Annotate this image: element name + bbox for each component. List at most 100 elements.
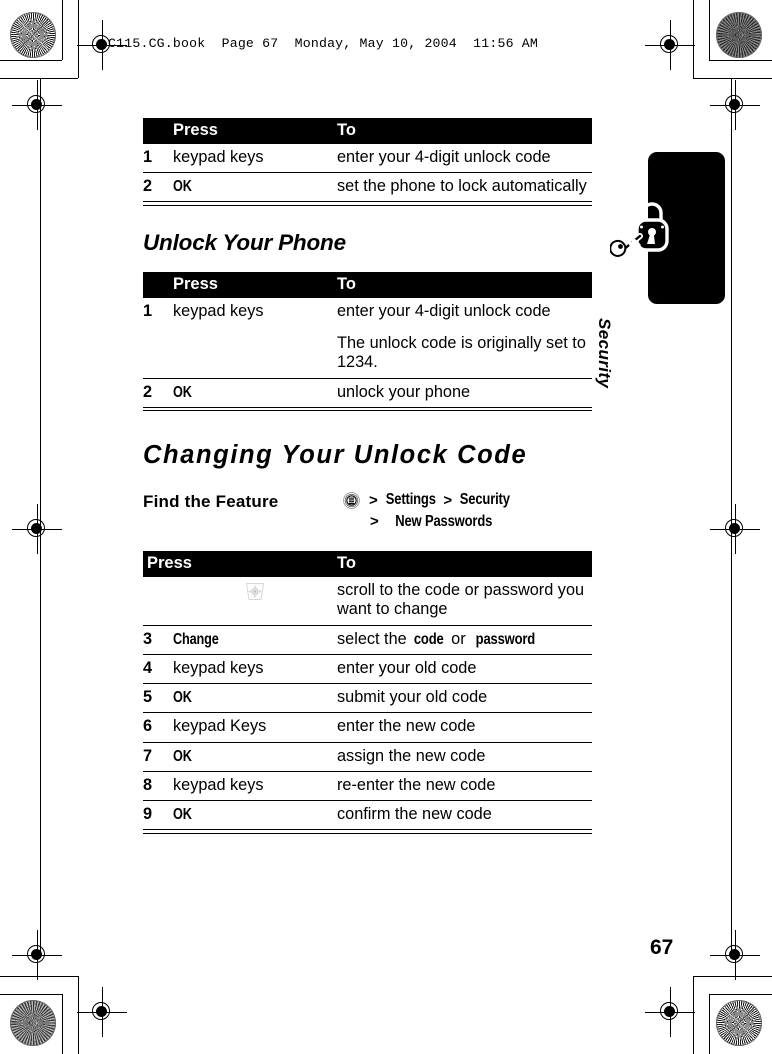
section-heading-unlock-your-phone: Unlock Your Phone <box>143 229 346 255</box>
table-row: 2 OK set the phone to lock automatically <box>143 172 592 202</box>
column-header-num <box>143 118 173 144</box>
column-header-num <box>143 271 173 298</box>
step-press: keypad keys <box>173 147 264 166</box>
table-row: 9 OK confirm the new code <box>143 800 592 830</box>
softkey-label: OK <box>173 689 192 707</box>
menu-key-icon <box>343 492 360 510</box>
crop-mark-top-right-h2 <box>693 78 772 80</box>
table-row: 2 OK unlock your phone <box>143 377 592 407</box>
table-header-row: Press To <box>143 271 592 298</box>
table-row: 1 keypad keys enter your 4-digit unlock … <box>143 298 592 378</box>
registration-target-bottom-left <box>77 987 127 1037</box>
crop-mark-top-right-h <box>709 60 772 62</box>
running-header: C115.CG.book Page 67 Monday, May 10, 200… <box>108 36 539 51</box>
page-content: Press To 1 keypad keys enter your 4-digi… <box>143 118 592 834</box>
padlock-key-icon <box>609 196 676 258</box>
step-to: set the phone to lock automatically <box>337 172 592 202</box>
softkey-label: OK <box>173 383 192 401</box>
step-press: keypad keys <box>173 301 264 320</box>
table-row: 1 keypad keys enter your 4-digit unlock … <box>143 144 592 173</box>
emphasis-code: code <box>414 630 444 648</box>
crop-mark-top-right-v <box>709 0 711 60</box>
column-header-to: To <box>337 271 592 298</box>
crop-mark-top-left-h2 <box>0 78 78 80</box>
table-row: 6 keypad Keys enter the new code <box>143 712 592 743</box>
step-to: enter your 4-digit unlock code The unloc… <box>337 298 592 378</box>
table-header-row: Press To <box>143 551 592 578</box>
crop-mark-top-right-v2 <box>693 0 695 78</box>
find-the-feature-path: > Settings > Security > New Passwords <box>343 490 515 533</box>
table-row: scroll to the code or password you want … <box>143 577 592 625</box>
step-to: scroll to the code or password you want … <box>337 581 585 619</box>
step-to-mid: or <box>446 629 471 648</box>
path-separator: > <box>370 513 379 531</box>
crop-mark-bottom-right-h <box>709 994 772 996</box>
column-header-press: Press <box>173 118 337 144</box>
step-to: enter your 4-digit unlock code <box>337 147 551 166</box>
column-header-to: To <box>337 118 592 144</box>
procedure-table-unlock-phone: Press To 1 keypad keys enter your 4-digi… <box>143 271 592 407</box>
find-the-feature-block: Find the Feature > Settings > Security >… <box>143 490 592 533</box>
step-press: Change <box>173 624 337 655</box>
step-press: OK <box>173 377 337 407</box>
step-number: 1 <box>143 147 153 166</box>
step-press <box>173 577 337 625</box>
emphasis-password: password <box>475 630 536 648</box>
registration-target-right-lower <box>710 930 760 980</box>
step-to: unlock your phone <box>337 377 592 407</box>
column-header-press: Press <box>143 551 192 578</box>
bleed-line-left <box>40 78 42 958</box>
crop-mark-top-left-h <box>0 60 62 62</box>
registration-rosette-top-right <box>716 12 762 58</box>
table-header-row: Press To <box>143 118 592 144</box>
step-number: 3 <box>143 624 173 655</box>
section-heading-changing-your-unlock-code: Changing Your Unlock Code <box>143 441 528 470</box>
step-to-prefix: select the <box>337 629 412 648</box>
step-to: enter your old code <box>337 653 592 684</box>
step-press: OK <box>173 172 337 202</box>
crop-mark-bottom-left-h <box>0 994 62 996</box>
step-number: 8 <box>143 770 173 801</box>
registration-rosette-top-left <box>10 12 56 58</box>
table-row: 7 OK assign the new code <box>143 741 592 772</box>
step-number: 4 <box>143 653 173 684</box>
menu-item-new-passwords: New Passwords <box>395 513 493 531</box>
crop-mark-bottom-right-v2 <box>693 976 695 1054</box>
find-the-feature-label: Find the Feature <box>143 492 279 512</box>
step-note: The unlock code is originally set to 123… <box>337 334 586 372</box>
step-to: confirm the new code <box>337 800 592 830</box>
table-bottom-rule <box>143 829 592 834</box>
crop-mark-bottom-left-v <box>62 994 64 1054</box>
bleed-line-right <box>731 78 733 958</box>
crop-mark-bottom-left-v2 <box>78 976 80 1054</box>
registration-target-top-right <box>645 20 695 70</box>
softkey-label: Change <box>173 630 219 648</box>
step-number: 5 <box>143 683 173 713</box>
menu-item-settings: Settings <box>385 491 436 509</box>
step-number: 9 <box>143 800 173 830</box>
step-number: 2 <box>143 172 173 202</box>
softkey-label: OK <box>173 747 192 765</box>
path-separator: > <box>369 491 378 509</box>
step-press: OK <box>173 741 337 772</box>
registration-target-left-lower <box>12 930 62 980</box>
table-bottom-rule <box>143 406 592 412</box>
crop-mark-bottom-right-v <box>709 994 711 1054</box>
registration-target-right-upper <box>710 80 760 130</box>
step-press: keypad keys <box>173 770 337 801</box>
registration-target-left-middle <box>12 504 62 554</box>
crop-mark-bottom-right-h2 <box>693 976 772 978</box>
step-to: enter the new code <box>337 712 592 743</box>
path-separator: > <box>443 491 453 509</box>
table-row: 8 keypad keys re-enter the new code <box>143 770 592 801</box>
step-number: 1 <box>143 301 153 320</box>
step-to: re-enter the new code <box>337 770 592 801</box>
step-number: 2 <box>143 377 173 407</box>
column-header-num <box>173 551 337 578</box>
step-number <box>143 577 173 625</box>
step-to: submit your old code <box>337 683 592 713</box>
navigation-key-icon <box>244 582 266 601</box>
step-to: assign the new code <box>337 741 592 772</box>
softkey-label: OK <box>173 178 192 196</box>
registration-target-bottom-right <box>645 987 695 1037</box>
